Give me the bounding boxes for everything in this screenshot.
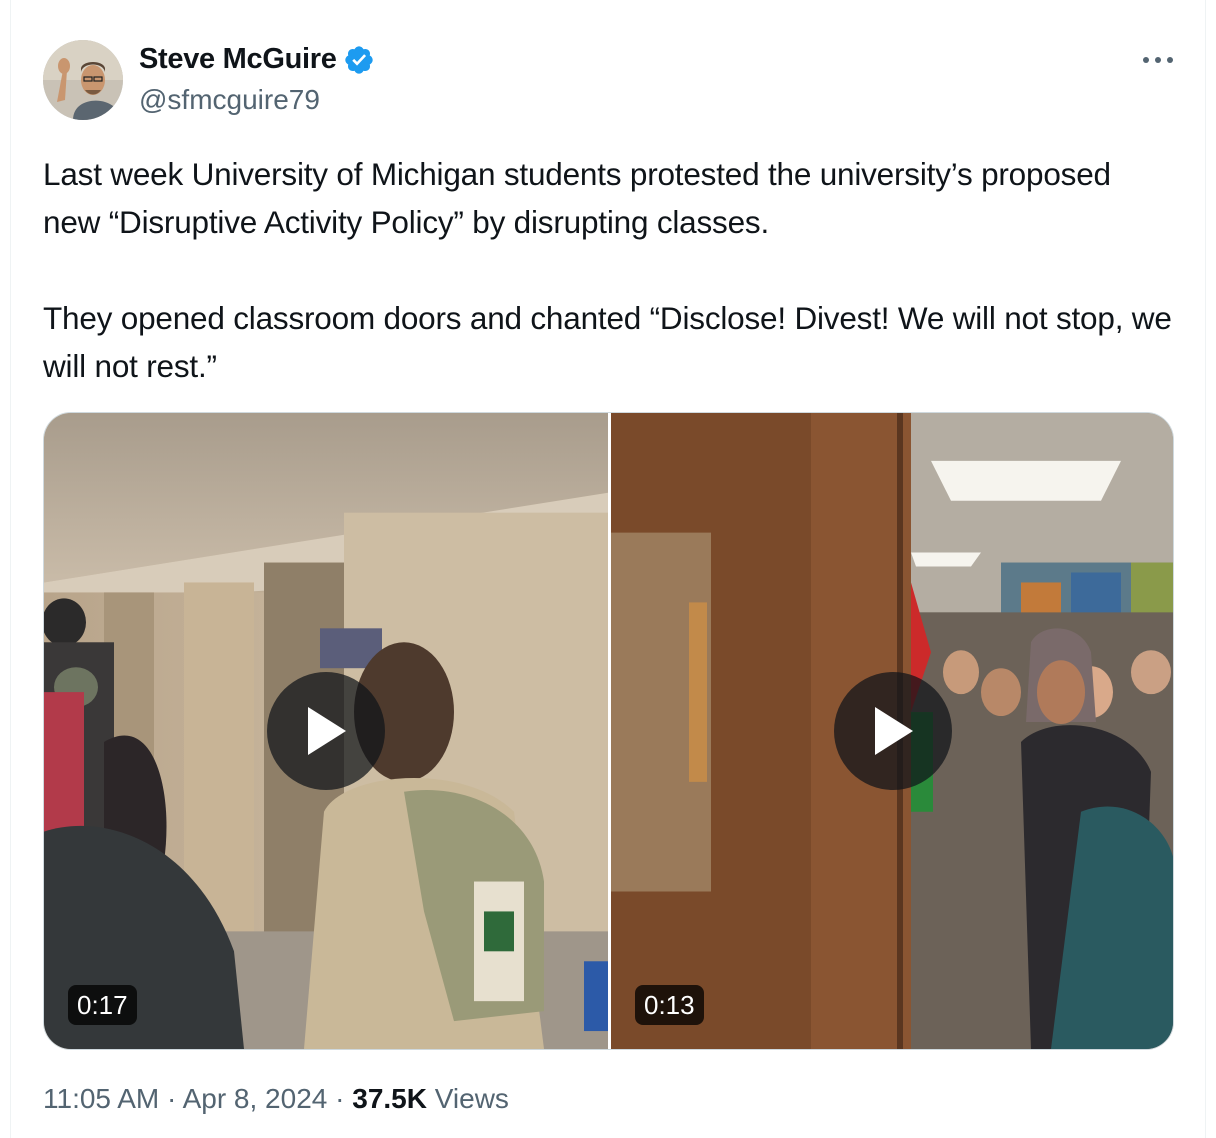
play-icon — [875, 707, 913, 755]
tweet-meta: 11:05 AM · Apr 8, 2024 · 37.5K Views — [43, 1083, 509, 1115]
author-display-name[interactable]: Steve McGuire — [139, 43, 337, 76]
author-handle[interactable]: @sfmcguire79 — [139, 84, 320, 116]
tweet-text: Last week University of Michigan student… — [43, 156, 1172, 384]
tweet-date[interactable]: Apr 8, 2024 — [183, 1083, 328, 1114]
video-2-duration: 0:13 — [635, 985, 704, 1025]
views-count[interactable]: 37.5K — [352, 1083, 427, 1114]
meta-separator: · — [335, 1083, 345, 1114]
play-icon — [308, 707, 346, 755]
media-grid: 0:17 0:13 — [43, 412, 1174, 1050]
author-name[interactable]: Steve McGuire — [139, 43, 375, 76]
more-options-icon — [1143, 57, 1173, 63]
tweet-time[interactable]: 11:05 AM — [43, 1083, 159, 1114]
video-2[interactable]: 0:13 — [611, 413, 1173, 1049]
video-1-duration: 0:17 — [68, 985, 137, 1025]
more-options-button[interactable] — [1138, 46, 1178, 74]
video-2-play-button[interactable] — [834, 672, 952, 790]
video-1[interactable]: 0:17 — [44, 413, 608, 1049]
meta-separator: · — [167, 1083, 177, 1114]
verified-badge-icon — [344, 45, 373, 74]
video-1-play-button[interactable] — [267, 672, 385, 790]
views-label: Views — [434, 1083, 509, 1114]
avatar[interactable] — [43, 40, 123, 120]
